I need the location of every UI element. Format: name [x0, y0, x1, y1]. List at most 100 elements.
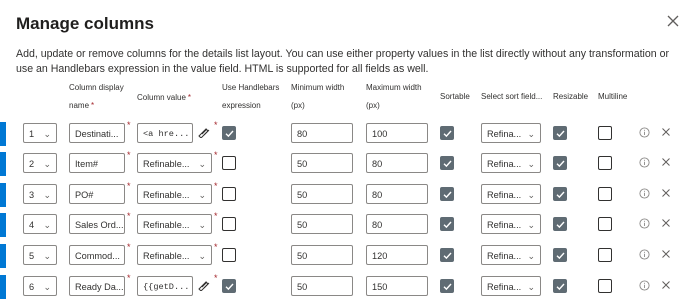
- order-value: 6: [29, 282, 35, 292]
- sortable-checkbox[interactable]: [440, 248, 454, 262]
- minimum-width-input[interactable]: 50: [291, 245, 353, 265]
- column-display-name-input[interactable]: Ready Da...: [69, 276, 125, 296]
- header-column-display-name-line2: name *: [69, 101, 95, 110]
- sortable-checkbox[interactable]: [440, 126, 454, 140]
- sort-field-dropdown[interactable]: Refina... ⌄: [481, 184, 541, 204]
- use-handlebars-checkbox[interactable]: [222, 126, 236, 140]
- checkmark-icon: [443, 283, 452, 291]
- sortable-checkbox[interactable]: [440, 187, 454, 201]
- edit-pencil-icon[interactable]: [197, 279, 211, 291]
- delete-x-icon[interactable]: [661, 218, 671, 228]
- header-column-value: Column value *: [137, 93, 192, 102]
- checkmark-icon: [556, 191, 565, 199]
- column-value-text: Refinable...: [143, 251, 190, 261]
- sort-field-dropdown[interactable]: Refina... ⌄: [481, 123, 541, 143]
- minimum-width-input[interactable]: 50: [291, 184, 353, 204]
- minimum-width-input[interactable]: 50: [291, 153, 353, 173]
- multiline-checkbox[interactable]: [598, 217, 612, 231]
- checkmark-icon: [443, 130, 452, 138]
- minimum-width-input[interactable]: 50: [291, 276, 353, 296]
- required-marker: *: [127, 242, 131, 252]
- order-dropdown[interactable]: 5 ⌄: [23, 245, 57, 265]
- column-display-name-input[interactable]: Destinati...: [69, 123, 125, 143]
- checkmark-icon: [443, 191, 452, 199]
- info-icon[interactable]: [639, 157, 650, 168]
- header-column-display-name-line1: Column display: [69, 83, 124, 92]
- column-display-name-input[interactable]: PO#: [69, 184, 125, 204]
- order-value: 4: [29, 220, 35, 230]
- column-value-text: Refinable...: [143, 190, 190, 200]
- sort-field-dropdown[interactable]: Refina... ⌄: [481, 245, 541, 265]
- sort-field-dropdown[interactable]: Refina... ⌄: [481, 153, 541, 173]
- chevron-down-icon: ⌄: [527, 282, 535, 292]
- sortable-checkbox[interactable]: [440, 217, 454, 231]
- multiline-checkbox[interactable]: [598, 187, 612, 201]
- required-marker: *: [127, 211, 131, 221]
- info-icon[interactable]: [639, 188, 650, 199]
- info-icon[interactable]: [639, 249, 650, 260]
- multiline-checkbox[interactable]: [598, 156, 612, 170]
- maximum-width-input[interactable]: 80: [366, 184, 428, 204]
- info-icon[interactable]: [639, 218, 650, 229]
- sort-field-dropdown[interactable]: Refina... ⌄: [481, 214, 541, 234]
- close-icon[interactable]: [666, 14, 680, 28]
- order-value: 1: [29, 129, 35, 139]
- sort-field-dropdown[interactable]: Refina... ⌄: [481, 276, 541, 296]
- minimum-width-input[interactable]: 50: [291, 214, 353, 234]
- edit-pencil-icon[interactable]: [197, 126, 211, 138]
- sortable-checkbox[interactable]: [440, 279, 454, 293]
- column-display-name-input[interactable]: Item#: [69, 153, 125, 173]
- delete-x-icon[interactable]: [661, 188, 671, 198]
- column-value-dropdown[interactable]: Refinable... ⌄: [137, 184, 212, 204]
- use-handlebars-checkbox[interactable]: [222, 217, 236, 231]
- dialog-description: Add, update or remove columns for the de…: [16, 48, 670, 75]
- column-value-dropdown[interactable]: Refinable... ⌄: [137, 153, 212, 173]
- info-icon[interactable]: [639, 127, 650, 138]
- resizable-checkbox[interactable]: [553, 248, 567, 262]
- resizable-checkbox[interactable]: [553, 126, 567, 140]
- multiline-checkbox[interactable]: [598, 126, 612, 140]
- resizable-checkbox[interactable]: [553, 217, 567, 231]
- delete-x-icon[interactable]: [661, 280, 671, 290]
- maximum-width-input[interactable]: 80: [366, 153, 428, 173]
- column-value-dropdown[interactable]: Refinable... ⌄: [137, 245, 212, 265]
- order-value: 3: [29, 190, 35, 200]
- column-value-dropdown[interactable]: Refinable... ⌄: [137, 214, 212, 234]
- multiline-checkbox[interactable]: [598, 248, 612, 262]
- order-dropdown[interactable]: 4 ⌄: [23, 214, 57, 234]
- delete-x-icon[interactable]: [661, 127, 671, 137]
- info-icon[interactable]: [639, 280, 650, 291]
- use-handlebars-checkbox[interactable]: [222, 156, 236, 170]
- sortable-checkbox[interactable]: [440, 156, 454, 170]
- use-handlebars-checkbox[interactable]: [222, 248, 236, 262]
- maximum-width-input[interactable]: 150: [366, 276, 428, 296]
- chevron-down-icon: ⌄: [43, 282, 51, 292]
- resizable-checkbox[interactable]: [553, 156, 567, 170]
- use-handlebars-checkbox[interactable]: [222, 279, 236, 293]
- delete-x-icon[interactable]: [661, 249, 671, 259]
- chevron-down-icon: ⌄: [527, 251, 535, 261]
- checkmark-icon: [225, 283, 234, 291]
- delete-x-icon[interactable]: [661, 157, 671, 167]
- maximum-width-input[interactable]: 80: [366, 214, 428, 234]
- column-value-text: Refinable...: [143, 220, 190, 230]
- minimum-width-input[interactable]: 80: [291, 123, 353, 143]
- column-value-input[interactable]: {{getD...: [137, 276, 193, 296]
- required-marker: *: [214, 120, 218, 130]
- order-dropdown[interactable]: 6 ⌄: [23, 276, 57, 296]
- maximum-width-input[interactable]: 120: [366, 245, 428, 265]
- use-handlebars-checkbox[interactable]: [222, 187, 236, 201]
- order-dropdown[interactable]: 3 ⌄: [23, 184, 57, 204]
- multiline-checkbox[interactable]: [598, 279, 612, 293]
- order-dropdown[interactable]: 1 ⌄: [23, 123, 57, 143]
- column-display-name-input[interactable]: Sales Ord...: [69, 214, 125, 234]
- resizable-checkbox[interactable]: [553, 187, 567, 201]
- row-accent-bar: [0, 213, 6, 237]
- column-display-name-input[interactable]: Commod...: [69, 245, 125, 265]
- resizable-checkbox[interactable]: [553, 279, 567, 293]
- chevron-down-icon: ⌄: [198, 159, 206, 169]
- chevron-down-icon: ⌄: [198, 220, 206, 230]
- maximum-width-input[interactable]: 100: [366, 123, 428, 143]
- order-dropdown[interactable]: 2 ⌄: [23, 153, 57, 173]
- column-value-input[interactable]: <a hre...: [137, 123, 193, 143]
